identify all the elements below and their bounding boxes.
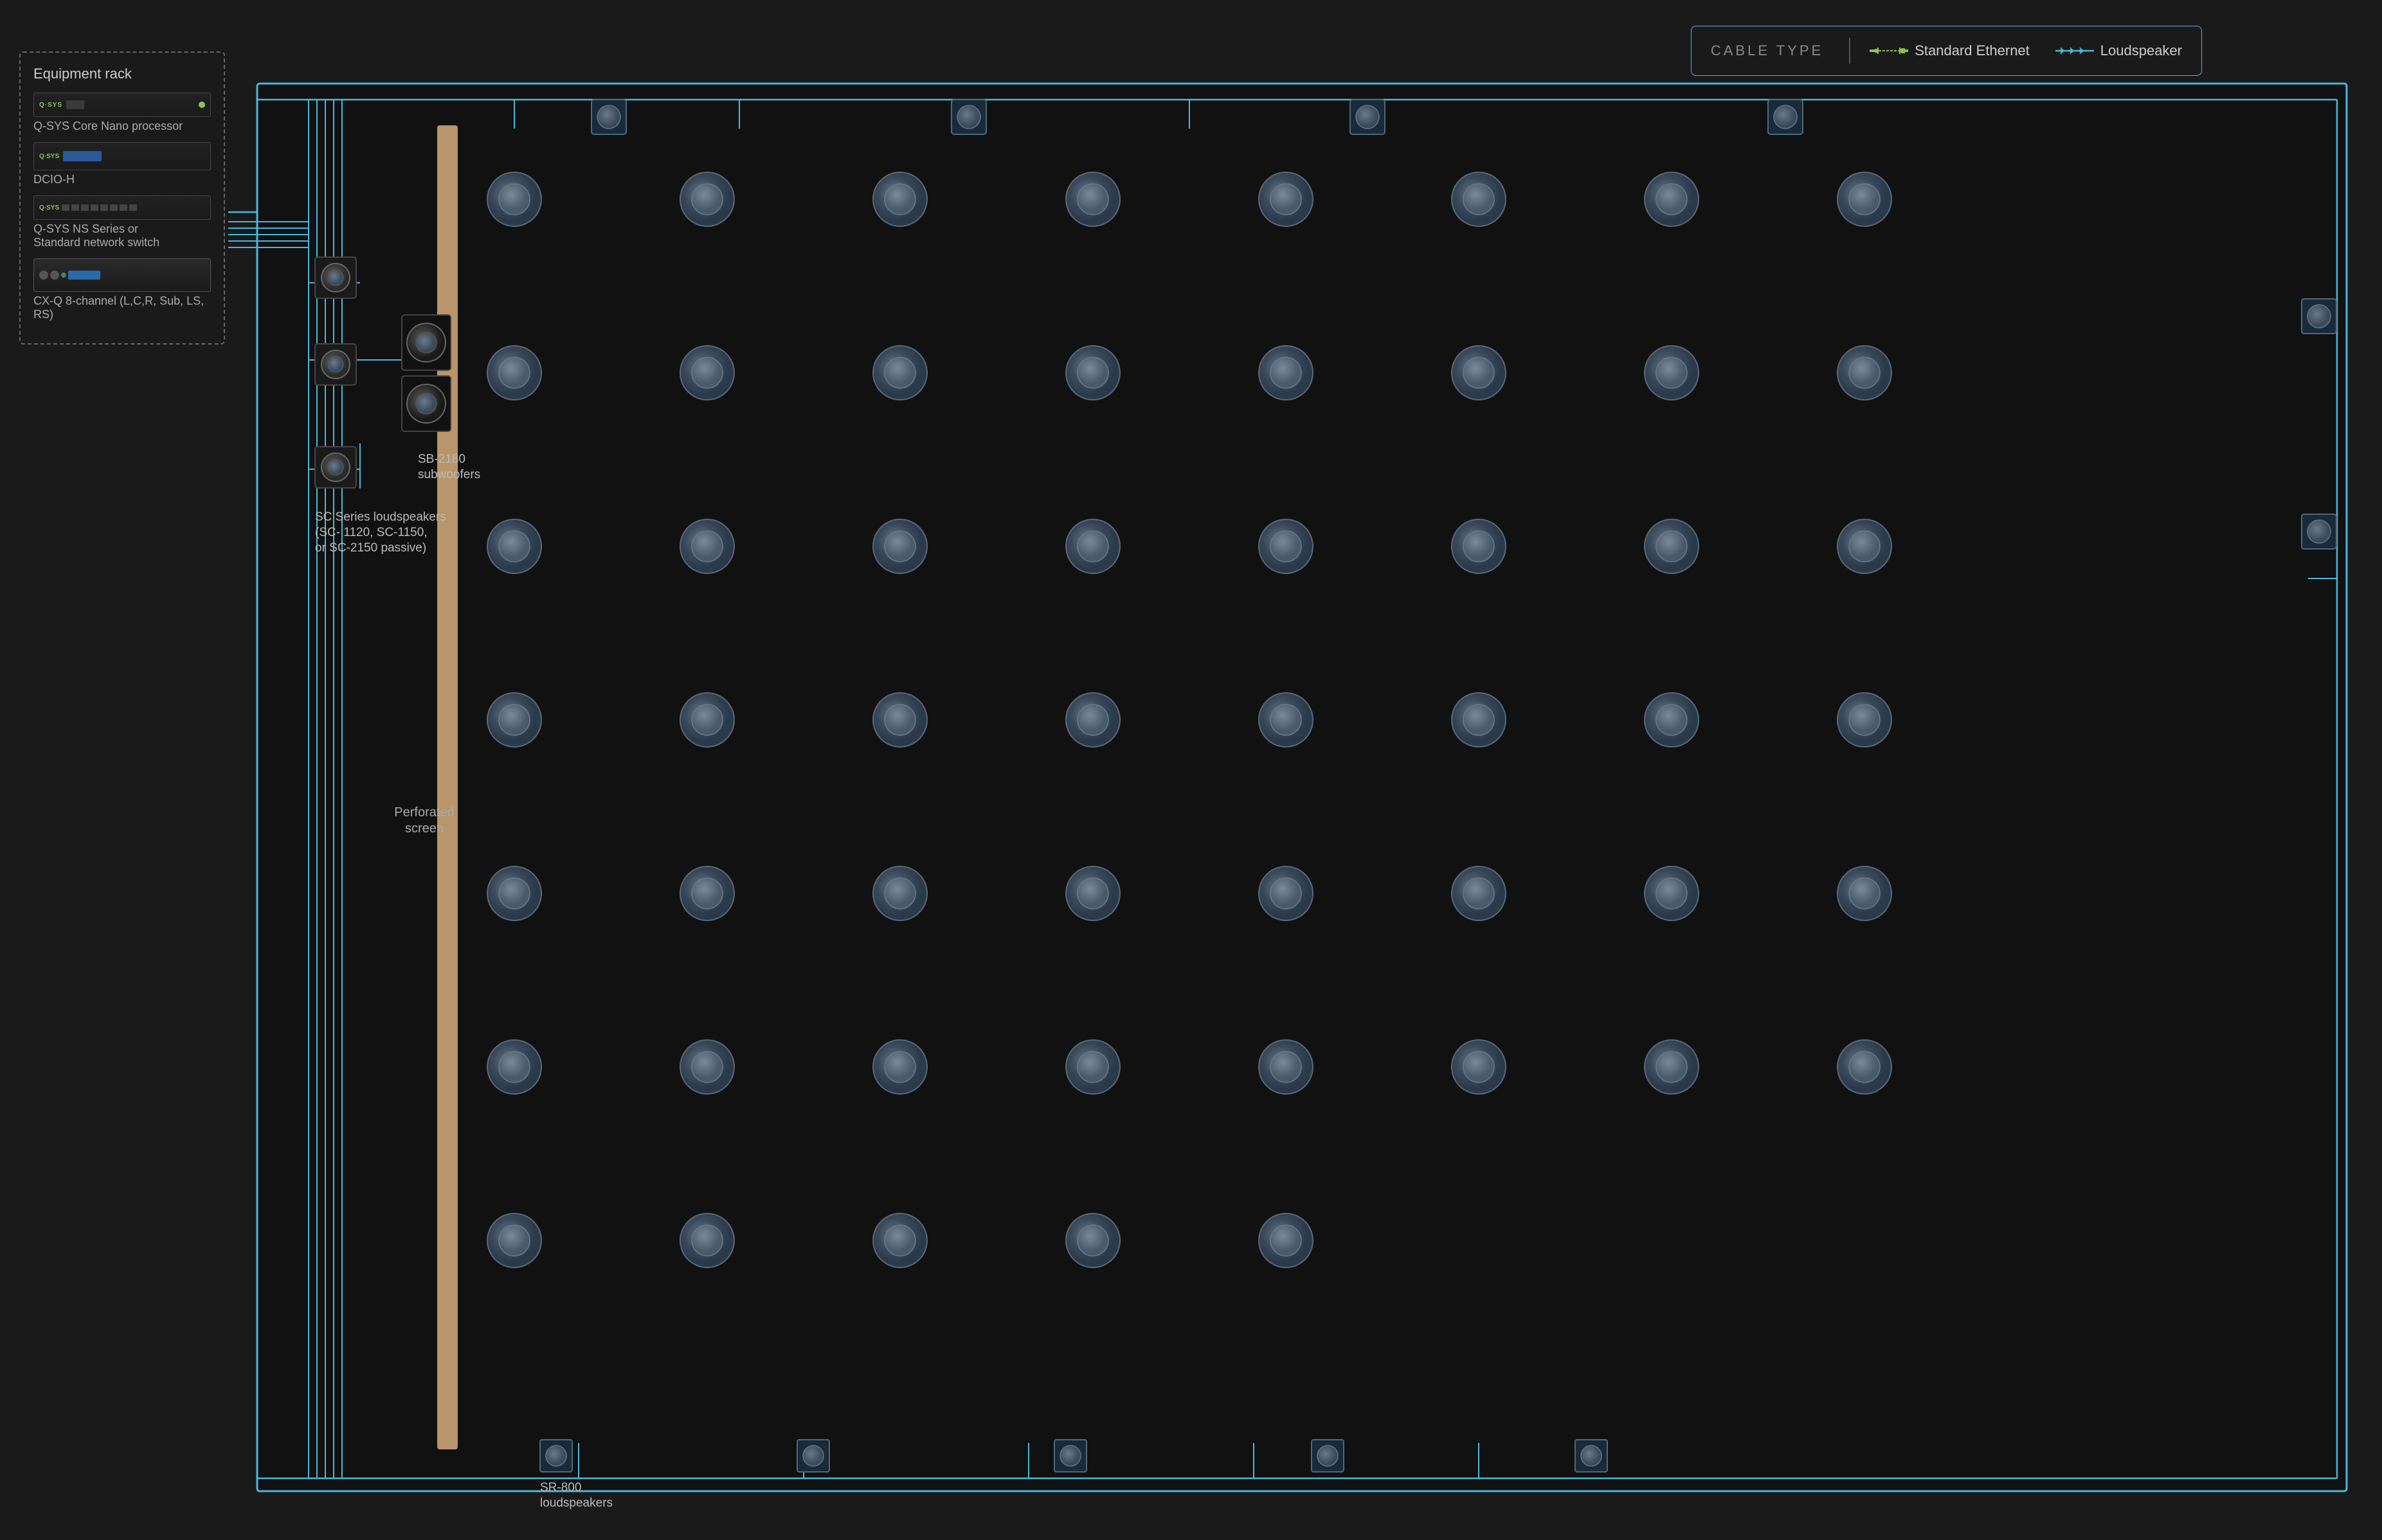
svg-text:screen: screen bbox=[405, 821, 444, 836]
ns-ports bbox=[62, 204, 137, 211]
ns-device: Q·SYS bbox=[33, 195, 211, 220]
ethernet-cable-icon bbox=[1870, 44, 1908, 57]
svg-text:subwoofers: subwoofers bbox=[418, 468, 480, 481]
cxq-device bbox=[33, 258, 211, 292]
cxq-knob-2 bbox=[50, 271, 59, 280]
cable-legend: CABLE TYPE Standard Ethernet bbox=[1691, 26, 2202, 76]
qsys-logo-dcio: Q·SYS bbox=[39, 153, 59, 160]
qsys-logo-nano: Q·SYS bbox=[39, 102, 62, 109]
dcio-bar bbox=[63, 151, 102, 161]
rack-item-nano: Q·SYS Q-SYS Core Nano processor bbox=[33, 93, 211, 133]
ns-label: Q-SYS NS Series or Standard network swit… bbox=[33, 222, 211, 249]
svg-text:SC Series loudspeakers: SC Series loudspeakers bbox=[315, 510, 446, 524]
port-6 bbox=[110, 204, 118, 211]
port-8 bbox=[129, 204, 137, 211]
cxq-display bbox=[68, 271, 100, 280]
svg-text:SR-800: SR-800 bbox=[540, 1481, 581, 1494]
dcio-label: DCIO-H bbox=[33, 173, 211, 186]
legend-divider bbox=[1849, 38, 1850, 64]
rack-item-cxq: CX-Q 8-channel (L,C,R, Sub, LS, RS) bbox=[33, 258, 211, 321]
rack-item-ns: Q·SYS Q-SYS NS Series or Standard networ… bbox=[33, 195, 211, 249]
cxq-panel bbox=[39, 271, 100, 280]
dcio-device: Q·SYS bbox=[33, 142, 211, 170]
equipment-rack: Equipment rack Q·SYS Q-SYS Core Nano pro… bbox=[19, 51, 225, 345]
loudspeaker-cable-item: Loudspeaker bbox=[2055, 42, 2182, 59]
nano-indicator bbox=[199, 102, 205, 108]
rack-item-dcio: Q·SYS DCIO-H bbox=[33, 142, 211, 186]
cxq-led bbox=[61, 273, 66, 278]
port-7 bbox=[120, 204, 127, 211]
svg-text:(SC- 1120, SC-1150,: (SC- 1120, SC-1150, bbox=[315, 526, 428, 539]
rack-title: Equipment rack bbox=[33, 66, 211, 82]
diagram-svg: Perforated screen bbox=[0, 0, 2382, 1540]
nano-button bbox=[66, 100, 84, 109]
cxq-knob-1 bbox=[39, 271, 48, 280]
port-2 bbox=[71, 204, 79, 211]
cable-legend-title: CABLE TYPE bbox=[1711, 42, 1823, 59]
port-4 bbox=[91, 204, 98, 211]
cxq-label: CX-Q 8-channel (L,C,R, Sub, LS, RS) bbox=[33, 294, 211, 321]
port-1 bbox=[62, 204, 69, 211]
svg-text:loudspeakers: loudspeakers bbox=[540, 1496, 613, 1510]
nano-label: Q-SYS Core Nano processor bbox=[33, 120, 211, 133]
ethernet-cable-item: Standard Ethernet bbox=[1870, 42, 2030, 59]
svg-text:or SC-2150 passive): or SC-2150 passive) bbox=[315, 541, 426, 555]
loudspeaker-label: Loudspeaker bbox=[2100, 42, 2182, 59]
port-3 bbox=[81, 204, 89, 211]
svg-text:Perforated: Perforated bbox=[394, 805, 454, 819]
ethernet-label: Standard Ethernet bbox=[1915, 42, 2030, 59]
nano-device: Q·SYS bbox=[33, 93, 211, 117]
svg-text:SB-2180: SB-2180 bbox=[418, 452, 465, 466]
loudspeaker-cable-icon bbox=[2055, 44, 2094, 57]
port-5 bbox=[100, 204, 108, 211]
qsys-logo-ns: Q·SYS bbox=[39, 204, 59, 211]
